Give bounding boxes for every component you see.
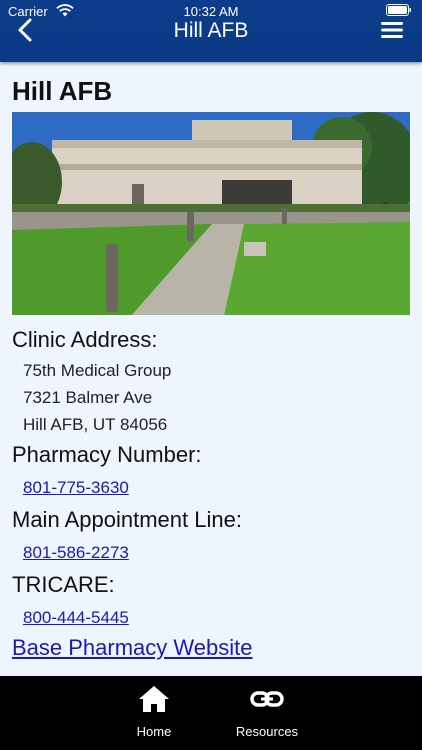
tricare-label: TRICARE:	[12, 572, 115, 597]
appointment-line-label: Main Appointment Line:	[12, 507, 242, 532]
address-line-3: Hill AFB, UT 84056	[23, 415, 168, 434]
address-line-1: 75th Medical Group	[23, 361, 172, 380]
address-line-2: 7321 Balmer Ave	[23, 388, 153, 407]
pharmacy-section: Pharmacy Number: 801-775-3630	[12, 442, 412, 501]
nav-title: Hill AFB	[173, 19, 249, 42]
tricare-phone-link[interactable]: 800-444-5445	[12, 604, 129, 631]
battery-icon	[386, 4, 412, 19]
status-time: 10:32 AM	[183, 4, 239, 19]
page-title: Hill AFB	[12, 76, 113, 106]
link-icon	[249, 691, 285, 718]
tab-home[interactable]: Home	[104, 684, 204, 739]
pharmacy-number-label: Pharmacy Number:	[12, 442, 202, 467]
tab-bar: Home Resources	[0, 676, 422, 750]
home-icon	[137, 686, 171, 718]
appointment-phone-link[interactable]: 801-586-2273	[12, 539, 129, 566]
hamburger-menu-icon	[380, 22, 404, 44]
clinic-building-photo	[2, 112, 420, 315]
main-content: Hill AFB Clinic Address: 75th Medical Gr…	[2, 74, 420, 663]
tab-resources[interactable]: Resources	[217, 684, 317, 739]
tab-home-label: Home	[136, 724, 172, 739]
clinic-address-label: Clinic Address:	[12, 327, 158, 352]
base-pharmacy-website-link[interactable]: Base Pharmacy Website	[12, 633, 252, 663]
app-header: Carrier 10:32 AM Hill AFB	[0, 0, 422, 62]
tricare-section: TRICARE: 800-444-5445	[12, 572, 412, 631]
pharmacy-phone-link[interactable]: 801-775-3630	[12, 474, 129, 501]
menu-button[interactable]	[380, 20, 406, 44]
appointment-section: Main Appointment Line: 801-586-2273	[12, 507, 412, 566]
tab-resources-label: Resources	[235, 724, 299, 739]
clinic-address-section: Clinic Address: 75th Medical Group 7321 …	[12, 327, 412, 438]
